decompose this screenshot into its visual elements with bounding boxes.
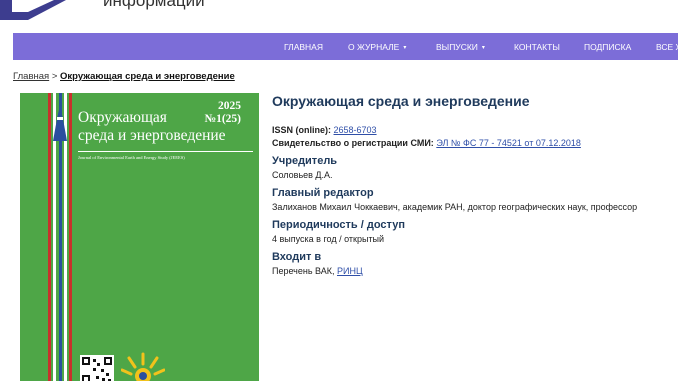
cover-subtitle: Journal of Environmental Earth and Energ… [78,155,185,160]
media-registration-row: Свидетельство о регистрации СМИ: ЭЛ № ФС… [272,138,581,148]
chevron-down-icon: ▾ [481,45,485,51]
issn-link[interactable]: 2658-6703 [334,125,377,135]
nav-contacts[interactable]: КОНТАКТЫ [514,42,560,52]
nav-issues[interactable]: ВЫПУСКИ ▾ [436,42,485,52]
indexing-heading: Входит в [272,251,322,263]
journal-info: Окружающая среда и энерговедение ISSN (o… [272,93,672,280]
cover-divider [78,151,253,152]
issn-row: ISSN (online): 2658-6703 [272,125,377,135]
breadcrumb-separator: > [51,71,58,82]
chevron-down-icon: ▾ [403,45,407,51]
qr-code-icon [80,355,114,381]
periodicity-value: 4 выпуска в год / открытый [272,234,385,244]
editor-value: Залиханов Михаил Чоккаевич, академик РАН… [272,202,638,212]
rinc-link[interactable]: РИНЦ [337,266,363,276]
nav-about[interactable]: О ЖУРНАЛЕ ▾ [348,42,406,52]
main-navigation: ГЛАВНАЯ О ЖУРНАЛЕ ▾ ВЫПУСКИ ▾ КОНТАКТЫ ПОД… [13,33,678,60]
nav-home[interactable]: ГЛАВНАЯ [284,42,323,52]
page-title: Окружающая среда и энерговедение [272,93,530,109]
nav-all-journals[interactable]: ВСЕ Ж [656,42,678,52]
editor-heading: Главный редактор [272,187,374,199]
site-name: информаций [103,0,205,10]
nav-subscription[interactable]: ПОДПИСКА [584,42,631,52]
journal-cover-image: Окружающая среда и энерговедение 2025 №1… [20,93,259,381]
breadcrumb-home-link[interactable]: Главная [13,71,49,82]
site-logo[interactable] [0,0,66,20]
tower-icon [53,105,67,141]
cover-issue: 2025 №1(25) [204,100,241,125]
founder-heading: Учредитель [272,155,338,167]
indexing-value: Перечень ВАК, РИНЦ [272,266,363,276]
media-registration-link[interactable]: ЭЛ № ФС 77 - 74521 от 07.12.2018 [436,138,581,148]
founder-value: Соловьев Д.А. [272,170,333,180]
breadcrumb: Главная > Окружающая среда и энерговеден… [13,71,235,82]
breadcrumb-current[interactable]: Окружающая среда и энерговедение [60,71,235,82]
sun-logo-icon [121,352,165,381]
periodicity-heading: Периодичность / доступ [272,219,405,231]
